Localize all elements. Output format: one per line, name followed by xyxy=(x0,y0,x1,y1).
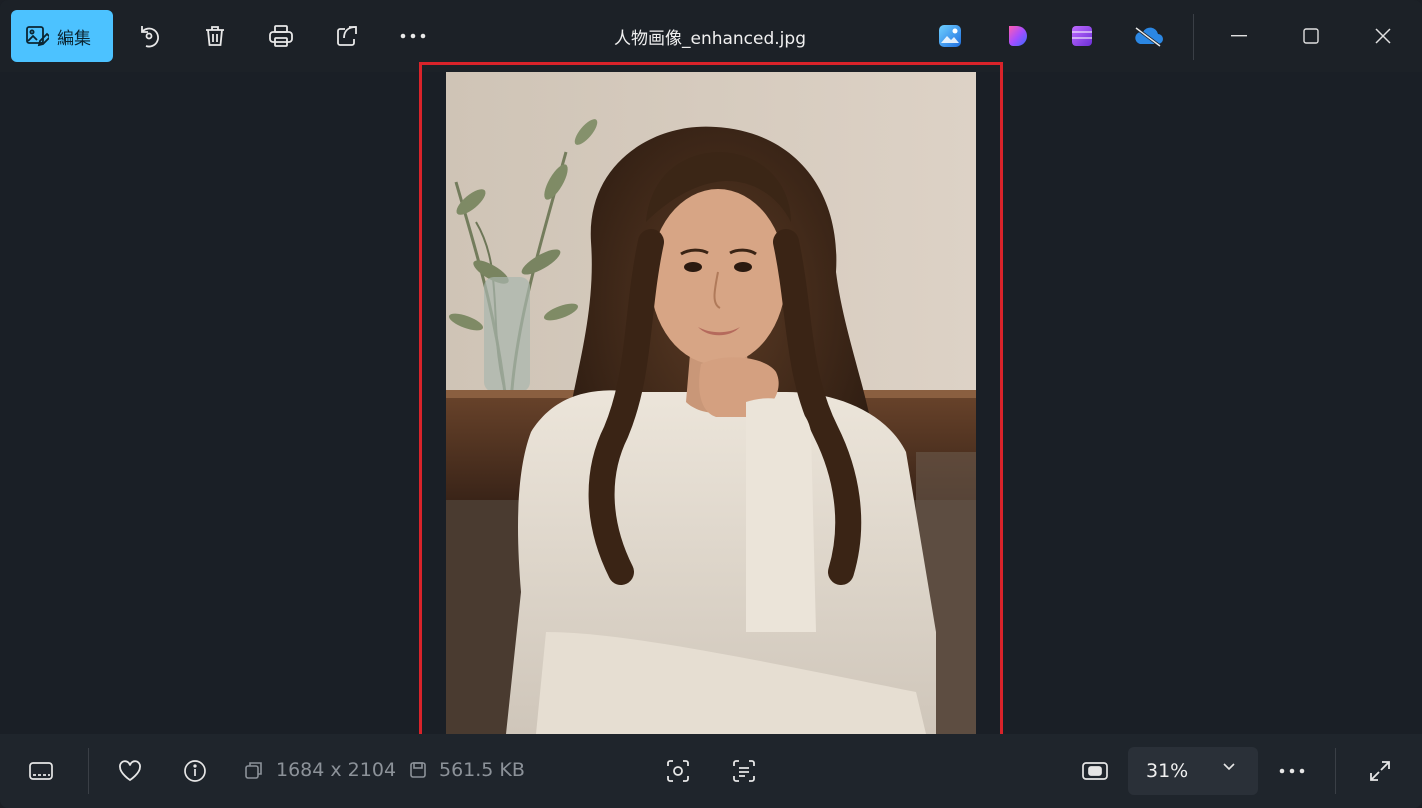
photos-window: 編集 人物画像_enhanced.jpg 1684 x 2104 561.5 K… xyxy=(0,0,1422,808)
share-icon xyxy=(335,24,359,48)
fit-to-window-icon xyxy=(1081,760,1109,782)
clipchamp-copilot-button[interactable] xyxy=(1001,20,1033,52)
visual-search-icon xyxy=(665,758,691,784)
minimize-button[interactable] xyxy=(1215,12,1263,60)
photos-app-icon xyxy=(937,23,963,49)
visual-search-button[interactable] xyxy=(656,749,700,793)
minimize-icon xyxy=(1231,35,1247,37)
text-scan-icon xyxy=(731,758,757,784)
clipchamp-copilot-icon xyxy=(1004,23,1030,49)
file-size-text: 561.5 KB xyxy=(439,759,525,781)
file-title: 人物画像_enhanced.jpg xyxy=(613,29,806,49)
filmstrip-icon xyxy=(28,760,54,782)
clipchamp-icon xyxy=(1069,23,1095,49)
onedrive-button[interactable] xyxy=(1132,20,1164,52)
edit-image-icon xyxy=(25,24,49,48)
edit-button-label: 編集 xyxy=(57,28,91,49)
close-icon xyxy=(1375,28,1391,44)
delete-button[interactable] xyxy=(193,14,237,58)
favorite-button[interactable] xyxy=(108,749,152,793)
selection-highlight xyxy=(419,62,1003,746)
more-icon xyxy=(1279,768,1305,774)
more-options-button[interactable] xyxy=(391,14,435,58)
fullscreen-icon xyxy=(1368,759,1392,783)
rotate-button[interactable] xyxy=(127,14,171,58)
share-button[interactable] xyxy=(325,14,369,58)
edit-button[interactable]: 編集 xyxy=(11,10,113,62)
bottom-divider-left xyxy=(88,748,89,794)
fit-to-window-button[interactable] xyxy=(1073,749,1117,793)
dimensions-icon xyxy=(244,760,264,780)
bottom-toolbar: 1684 x 2104 561.5 KB 31% xyxy=(0,734,1422,808)
clipchamp-button[interactable] xyxy=(1066,20,1098,52)
more-view-options-button[interactable] xyxy=(1270,749,1314,793)
chevron-down-icon xyxy=(1222,761,1236,771)
delete-icon xyxy=(203,24,227,48)
toolbar-divider xyxy=(1193,14,1194,60)
print-button[interactable] xyxy=(259,14,303,58)
more-icon xyxy=(400,33,426,39)
close-button[interactable] xyxy=(1359,12,1407,60)
zoom-level-dropdown[interactable]: 31% xyxy=(1128,747,1258,795)
photos-app-button[interactable] xyxy=(934,20,966,52)
file-size: 561.5 KB xyxy=(409,759,525,781)
maximize-button[interactable] xyxy=(1287,12,1335,60)
text-scan-button[interactable] xyxy=(722,749,766,793)
dimensions-text: 1684 x 2104 xyxy=(276,759,397,781)
filmstrip-button[interactable] xyxy=(19,749,63,793)
rotate-icon xyxy=(136,23,162,49)
image-dimensions: 1684 x 2104 xyxy=(244,759,396,781)
maximize-icon xyxy=(1303,28,1319,44)
zoom-level-value: 31% xyxy=(1146,760,1189,782)
info-button[interactable] xyxy=(173,749,217,793)
print-icon xyxy=(268,24,294,48)
onedrive-icon xyxy=(1132,24,1164,48)
bottom-divider-right xyxy=(1335,748,1336,794)
save-disk-icon xyxy=(409,761,427,779)
fullscreen-button[interactable] xyxy=(1358,749,1402,793)
favorite-heart-icon xyxy=(117,759,143,783)
info-icon xyxy=(183,759,207,783)
